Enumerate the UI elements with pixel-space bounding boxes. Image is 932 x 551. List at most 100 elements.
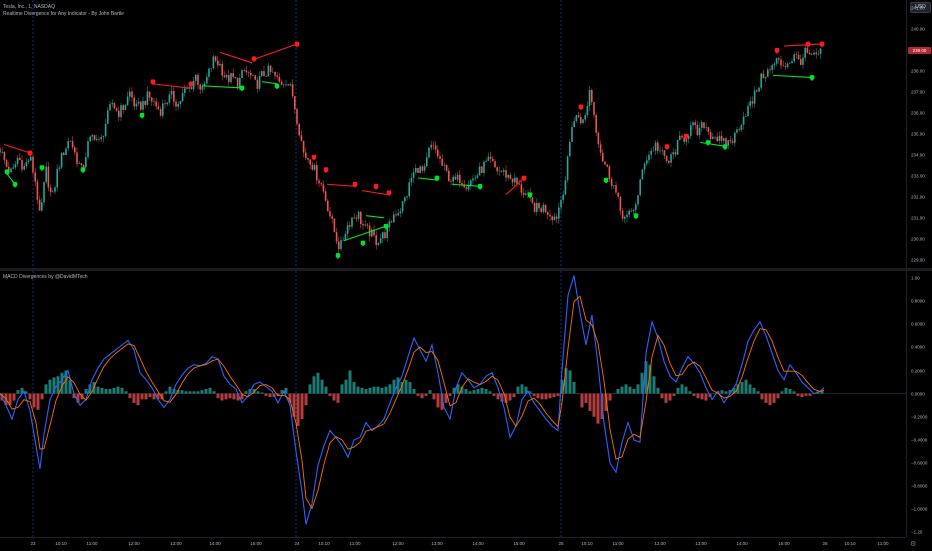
candle-body <box>432 144 435 146</box>
histogram-bar <box>356 386 360 394</box>
candle-body <box>580 117 582 124</box>
histogram-bar <box>44 384 48 394</box>
bearish-divergence-line <box>361 189 389 196</box>
histogram-bar <box>696 393 700 399</box>
histogram-bar <box>312 376 316 394</box>
time-tick: 14:00 <box>472 541 484 546</box>
candle-body <box>388 221 391 228</box>
histogram-bar <box>144 393 148 400</box>
candle-body <box>430 144 432 148</box>
candle-body <box>692 122 694 126</box>
candle-body <box>291 84 294 97</box>
macd-chart[interactable] <box>0 271 906 537</box>
candle-body <box>452 176 454 182</box>
candle-body <box>364 224 366 226</box>
candle-body <box>525 193 527 195</box>
candle-body <box>643 163 646 170</box>
candle-body <box>511 178 514 183</box>
histogram-bar <box>232 393 236 400</box>
candle-body <box>641 169 644 180</box>
candle-body <box>230 73 232 83</box>
histogram-bar <box>540 393 544 400</box>
time-axis[interactable]: 23 10:10 11:00 12:00 13:00 14:00 15:00 24 10:10 1… <box>0 537 906 551</box>
candle-body <box>703 122 705 128</box>
candle-body <box>668 160 670 163</box>
histogram-bar <box>632 388 636 394</box>
price-scale[interactable]: USD 241.00240.00239.00238.00237.00236.00… <box>906 0 932 537</box>
histogram-bar <box>608 393 612 401</box>
candle-body <box>775 58 778 64</box>
candle-body <box>362 223 364 226</box>
candle-body <box>45 166 47 183</box>
candle-body <box>520 184 523 193</box>
candle-body <box>663 150 666 156</box>
histogram-bar <box>788 388 792 394</box>
candle-body <box>412 172 415 178</box>
histogram-bar <box>12 393 16 401</box>
candle-body <box>639 179 641 196</box>
time-tick: 24 <box>294 541 300 546</box>
study-legend[interactable]: Realtime Divergence for Any Indicator - … <box>3 11 124 17</box>
price-chart-pane[interactable]: Tesla, Inc., 1, NASDAQ Realtime Divergen… <box>0 0 906 268</box>
price-tick: 230.00 <box>911 236 925 242</box>
candle-body <box>577 115 580 118</box>
histogram-bar <box>636 384 640 394</box>
histogram-bar <box>292 393 296 417</box>
candle-body <box>408 182 410 197</box>
macd-legend[interactable]: MACD Divergences by @DavidMTech <box>3 274 88 280</box>
candle-body <box>338 241 340 250</box>
histogram-bar <box>480 387 484 394</box>
candle-body <box>714 136 716 138</box>
histogram-bar <box>592 393 596 417</box>
candle-body <box>599 144 602 153</box>
histogram-bar <box>188 391 192 394</box>
candle-body <box>494 161 496 168</box>
gear-icon[interactable]: ⚙ <box>910 540 916 548</box>
candle-body <box>657 142 659 151</box>
candle-body <box>197 74 199 85</box>
histogram-bar <box>656 387 660 394</box>
candle-body <box>305 152 307 158</box>
bullish-divergence-marker <box>335 253 341 260</box>
candle-body <box>250 72 252 76</box>
candle-body <box>751 101 754 104</box>
histogram-bar <box>588 393 592 411</box>
candle-body <box>423 166 426 171</box>
candle-body <box>153 101 155 103</box>
histogram-bar <box>228 393 232 399</box>
candle-body <box>269 65 272 72</box>
candle-body <box>14 164 17 168</box>
time-tick: 23 <box>30 541 36 546</box>
time-tick: 15:00 <box>250 541 262 546</box>
candle-body <box>672 152 674 155</box>
candle-body <box>98 138 100 140</box>
candle-body <box>384 232 386 239</box>
histogram-bar <box>180 390 184 394</box>
histogram-bar <box>328 393 332 396</box>
bullish-divergence-marker <box>239 85 245 92</box>
candle-body <box>459 174 461 184</box>
histogram-bar <box>756 391 760 394</box>
time-tick: 13:00 <box>695 541 707 546</box>
histogram-bar <box>572 382 576 394</box>
symbol-legend[interactable]: Tesla, Inc., 1, NASDAQ <box>3 4 55 10</box>
bearish-divergence-marker <box>323 167 329 174</box>
histogram-bar <box>764 393 768 403</box>
time-tick: 10:10 <box>844 541 856 546</box>
histogram-bar <box>568 370 572 394</box>
candle-body <box>731 141 734 143</box>
histogram-bar <box>720 390 724 394</box>
bearish-divergence-marker <box>578 104 584 111</box>
candle-body <box>118 110 120 118</box>
macd-pane[interactable] <box>0 271 906 537</box>
bullish-divergence-marker <box>603 177 609 184</box>
candlestick-chart[interactable] <box>0 0 906 268</box>
candle-body <box>767 69 769 77</box>
candle-body <box>212 56 215 69</box>
candle-body <box>49 187 52 193</box>
candle-body <box>56 168 58 188</box>
candle-body <box>434 145 437 150</box>
candle-body <box>85 157 87 168</box>
histogram-bar <box>612 393 616 395</box>
histogram-bar <box>412 388 416 394</box>
